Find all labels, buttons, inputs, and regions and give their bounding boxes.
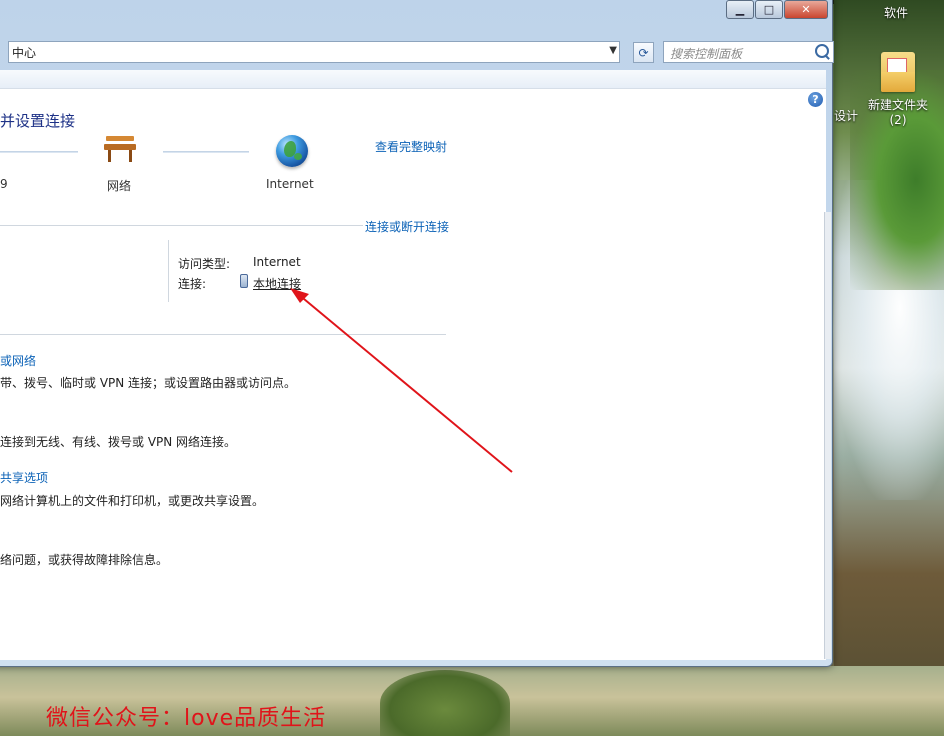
address-bar[interactable]: 中心 ▼ bbox=[8, 41, 620, 63]
scrollbar[interactable] bbox=[824, 212, 831, 659]
maximize-button[interactable]: □ bbox=[755, 0, 783, 19]
setup-network-desc: 带、拨号、临时或 VPN 连接；或设置路由器或访问点。 bbox=[0, 376, 297, 390]
desktop-item-label-software[interactable]: 软件 bbox=[884, 4, 908, 21]
access-type-value: Internet bbox=[253, 255, 301, 269]
connect-disconnect-link[interactable]: 连接或断开连接 bbox=[363, 218, 450, 235]
setup-network-link[interactable]: 或网络 bbox=[0, 352, 36, 369]
section-divider bbox=[0, 334, 446, 335]
desktop-folder-new[interactable]: 新建文件夹 (2) bbox=[860, 52, 936, 127]
minimize-button[interactable]: ▁ bbox=[726, 0, 754, 19]
network-bench-icon[interactable] bbox=[104, 136, 136, 164]
network-adapter-icon bbox=[240, 274, 248, 288]
folder-icon bbox=[881, 52, 915, 92]
sharing-options-desc: 网络计算机上的文件和打印机，或更改共享设置。 bbox=[0, 494, 265, 508]
folder-label: 新建文件夹 bbox=[867, 98, 928, 112]
refresh-icon[interactable]: ⟳ bbox=[633, 42, 654, 63]
info-vertical-divider bbox=[168, 240, 169, 302]
connect-network-desc: 连接到无线、有线、拨号或 VPN 网络连接。 bbox=[0, 435, 237, 449]
internet-globe-icon[interactable] bbox=[276, 135, 308, 167]
desktop-item-label-cut[interactable]: 设计 bbox=[834, 107, 858, 124]
local-connection-link[interactable]: 本地连接 bbox=[253, 275, 301, 292]
access-type-label: 访问类型: bbox=[178, 257, 231, 271]
network-node-label: 网络 bbox=[107, 179, 132, 193]
page-title: 并设置连接 bbox=[0, 112, 76, 130]
wallpaper-foliage bbox=[380, 670, 510, 736]
address-text: 中心 bbox=[12, 45, 37, 60]
toolbar-strip bbox=[0, 70, 826, 89]
view-full-map-link[interactable]: 查看完整映射 bbox=[375, 138, 447, 155]
close-button[interactable]: ✕ bbox=[784, 0, 828, 19]
map-connector-line bbox=[0, 151, 78, 153]
chevron-down-icon[interactable]: ▼ bbox=[609, 45, 617, 56]
folder-label-suffix: (2) bbox=[889, 113, 907, 127]
watermark-text: 微信公众号：love品质生活 bbox=[46, 706, 327, 731]
search-placeholder: 搜索控制面板 bbox=[670, 47, 743, 61]
troubleshoot-desc: 络问题，或获得故障排除信息。 bbox=[0, 553, 169, 567]
search-input[interactable]: 搜索控制面板 bbox=[663, 41, 834, 63]
caption-buttons: ▁ □ ✕ bbox=[725, 0, 828, 19]
help-icon[interactable]: ? bbox=[808, 92, 823, 107]
computer-node-label: 9 bbox=[0, 177, 8, 191]
internet-node-label: Internet bbox=[266, 177, 314, 191]
map-connector-line bbox=[163, 151, 249, 153]
connections-label: 连接: bbox=[178, 277, 207, 291]
sharing-options-link[interactable]: 共享选项 bbox=[0, 469, 48, 486]
search-icon[interactable] bbox=[815, 44, 829, 58]
